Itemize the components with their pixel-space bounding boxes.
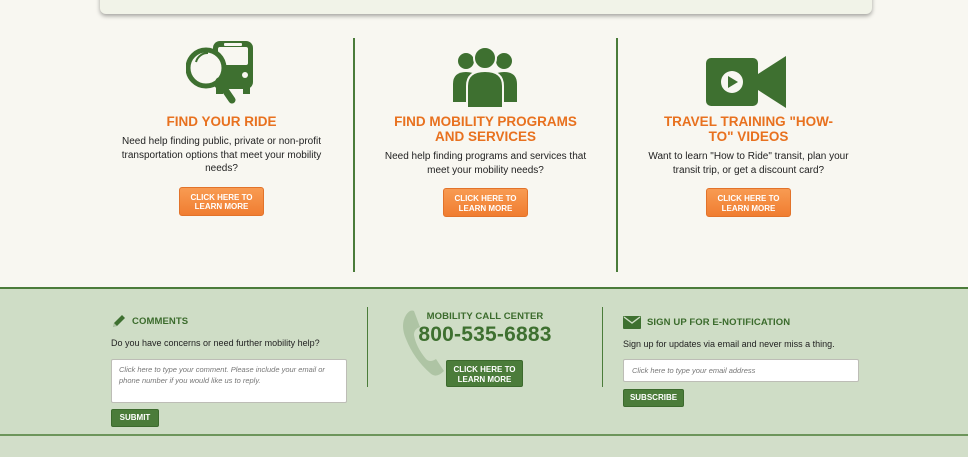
find-your-ride-button[interactable]: CLICK HERE TO LEARN MORE: [179, 186, 264, 216]
feature-title: FIND YOUR RIDE: [166, 114, 277, 129]
call-center-title: MOBILITY CALL CENTER: [426, 311, 544, 322]
comments-title: COMMENTS: [132, 315, 189, 327]
email-input[interactable]: Click here to type your email address: [623, 359, 859, 382]
mobility-programs-button[interactable]: CLICK HERE TO LEARN MORE: [443, 188, 528, 217]
feature-mobility-programs: FIND MOBILITY PROGRAMS AND SERVICES Need…: [353, 38, 616, 272]
subscribe-button[interactable]: SUBSCRIBE: [623, 389, 684, 407]
comments-section: COMMENTS Do you have concerns or need fu…: [111, 313, 320, 348]
footer-divider-right: [602, 307, 603, 387]
video-camera-icon: [706, 56, 786, 108]
feature-travel-training: TRAVEL TRAINING "HOW-TO" VIDEOS Want to …: [616, 38, 879, 272]
top-card: [100, 0, 872, 14]
comment-textarea[interactable]: Click here to type your comment. Please …: [111, 359, 347, 403]
travel-training-button[interactable]: CLICK HERE TO LEARN MORE: [706, 188, 791, 217]
pencil-icon: [113, 315, 125, 327]
comments-prompt: Do you have concerns or need further mob…: [111, 338, 320, 348]
footer-divider-left: [367, 307, 368, 387]
feature-find-your-ride: FIND YOUR RIDE Need help finding public,…: [90, 38, 353, 272]
submit-button[interactable]: SUBMIT: [111, 409, 159, 427]
enotification-prompt: Sign up for updates via email and never …: [623, 339, 835, 349]
feature-title: FIND MOBILITY PROGRAMS AND SERVICES: [394, 114, 577, 144]
feature-description: Need help finding programs and services …: [384, 151, 587, 176]
feature-title: TRAVEL TRAINING "HOW-TO" VIDEOS: [663, 114, 834, 144]
footer-bottom-bar: [0, 434, 968, 457]
bus-search-icon: [185, 41, 253, 104]
enotification-section: SIGN UP FOR E-NOTIFICATION Sign up for u…: [623, 316, 835, 349]
phone-number[interactable]: 800-535-6883: [395, 323, 575, 347]
people-group-icon: [452, 46, 517, 108]
envelope-icon: [623, 316, 641, 329]
call-center-section: MOBILITY CALL CENTER 800-535-6883: [395, 310, 575, 376]
feature-description: Need help finding public, private or non…: [121, 136, 322, 174]
call-center-button[interactable]: CLICK HERE TO LEARN MORE: [446, 360, 523, 387]
enotification-title: SIGN UP FOR E-NOTIFICATION: [647, 317, 791, 328]
features-section: FIND YOUR RIDE Need help finding public,…: [90, 38, 880, 272]
feature-description: Want to learn "How to Ride" transit, pla…: [648, 151, 849, 176]
